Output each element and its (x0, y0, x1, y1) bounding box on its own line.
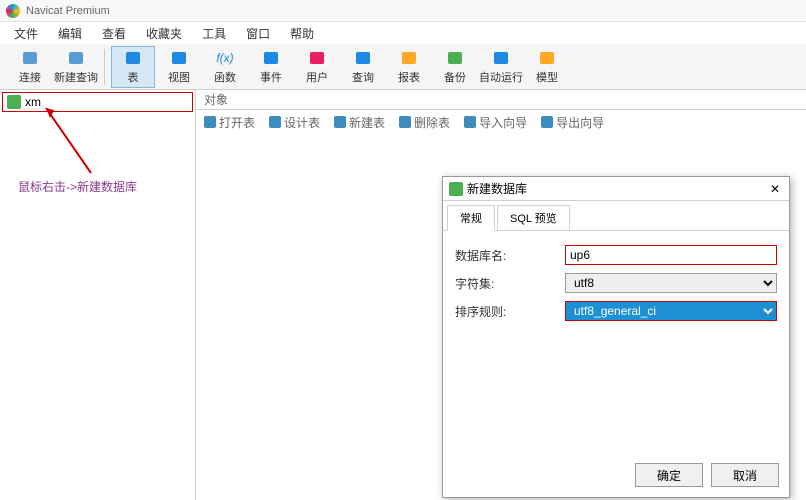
tool-label: 备份 (444, 69, 466, 85)
表-icon (123, 48, 143, 68)
dialog-titlebar: 新建数据库 ✕ (443, 177, 789, 201)
dialog-footer: 确定 取消 (443, 457, 789, 497)
menu-window[interactable]: 窗口 (238, 23, 278, 44)
tool-报表[interactable]: 报表 (387, 46, 431, 88)
tool-备份[interactable]: 备份 (433, 46, 477, 88)
action-icon (269, 116, 281, 128)
tool-label: 事件 (260, 69, 282, 85)
database-icon (449, 182, 463, 196)
用户-icon (307, 48, 327, 68)
action-设计表[interactable]: 设计表 (269, 114, 320, 131)
app-logo-icon (6, 4, 20, 18)
连接-icon (20, 48, 40, 68)
tool-label: 函数 (214, 69, 236, 85)
tool-用户[interactable]: 用户 (295, 46, 339, 88)
tool-label: 查询 (352, 69, 374, 85)
action-打开表[interactable]: 打开表 (204, 114, 255, 131)
视图-icon (169, 48, 189, 68)
action-icon (399, 116, 411, 128)
tool-label: 用户 (306, 69, 328, 85)
menu-file[interactable]: 文件 (6, 23, 46, 44)
menu-favorites[interactable]: 收藏夹 (138, 23, 190, 44)
tool-新建查询[interactable]: 新建查询 (54, 46, 98, 88)
报表-icon (399, 48, 419, 68)
action-bar: 打开表设计表新建表删除表导入向导导出向导 (196, 110, 806, 134)
cancel-button[interactable]: 取消 (711, 463, 779, 487)
object-tab[interactable]: 对象 (196, 90, 806, 110)
action-新建表[interactable]: 新建表 (334, 114, 385, 131)
tool-函数[interactable]: f(x)函数 (203, 46, 247, 88)
tool-连接[interactable]: 连接 (8, 46, 52, 88)
tool-视图[interactable]: 视图 (157, 46, 201, 88)
menu-view[interactable]: 查看 (94, 23, 134, 44)
close-icon[interactable]: ✕ (767, 182, 783, 196)
tab-sql-preview[interactable]: SQL 预览 (497, 205, 570, 230)
menu-tools[interactable]: 工具 (194, 23, 234, 44)
action-导入向导[interactable]: 导入向导 (464, 114, 527, 131)
dialog-body: 数据库名: 字符集: utf8 排序规则: utf8_general_ci (443, 231, 789, 457)
action-icon (464, 116, 476, 128)
模型-icon (537, 48, 557, 68)
tool-模型[interactable]: 模型 (525, 46, 569, 88)
tool-label: 视图 (168, 69, 190, 85)
函数-icon: f(x) (215, 48, 235, 68)
menu-bar: 文件 编辑 查看 收藏夹 工具 窗口 帮助 (0, 22, 806, 44)
action-icon (541, 116, 553, 128)
tool-查询[interactable]: 查询 (341, 46, 385, 88)
action-导出向导[interactable]: 导出向导 (541, 114, 604, 131)
menu-help[interactable]: 帮助 (282, 23, 322, 44)
action-icon (204, 116, 216, 128)
menu-edit[interactable]: 编辑 (50, 23, 90, 44)
collation-label: 排序规则: (455, 303, 565, 320)
tool-自动运行[interactable]: 自动运行 (479, 46, 523, 88)
collation-select[interactable]: utf8_general_ci (565, 301, 777, 321)
action-icon (334, 116, 346, 128)
action-删除表[interactable]: 删除表 (399, 114, 450, 131)
database-icon (7, 95, 21, 109)
新建查询-icon (66, 48, 86, 68)
charset-label: 字符集: (455, 275, 565, 292)
备份-icon (445, 48, 465, 68)
事件-icon (261, 48, 281, 68)
tool-事件[interactable]: 事件 (249, 46, 293, 88)
ok-button[interactable]: 确定 (635, 463, 703, 487)
tool-label: 连接 (19, 69, 41, 85)
charset-select[interactable]: utf8 (565, 273, 777, 293)
tool-label: 新建查询 (54, 69, 98, 85)
title-bar: Navicat Premium (0, 0, 806, 22)
tool-label: 自动运行 (479, 69, 523, 85)
tool-label: 表 (128, 69, 139, 85)
toolbar: 连接新建查询表视图f(x)函数事件用户查询报表备份自动运行模型 (0, 44, 806, 90)
dialog-title-text: 新建数据库 (467, 180, 527, 197)
tab-general[interactable]: 常规 (447, 205, 495, 231)
window-title: Navicat Premium (26, 5, 110, 17)
arrow-icon (36, 98, 116, 178)
自动运行-icon (491, 48, 511, 68)
db-name-input[interactable] (565, 245, 777, 265)
查询-icon (353, 48, 373, 68)
annotation-left: 鼠标右击->新建数据库 (18, 178, 137, 195)
tool-表[interactable]: 表 (111, 46, 155, 88)
tool-label: 报表 (398, 69, 420, 85)
tool-label: 模型 (536, 69, 558, 85)
new-database-dialog: 新建数据库 ✕ 常规 SQL 预览 数据库名: 字符集: utf8 排序规则: … (442, 176, 790, 498)
dialog-tabs: 常规 SQL 预览 (443, 201, 789, 231)
db-name-label: 数据库名: (455, 247, 565, 264)
